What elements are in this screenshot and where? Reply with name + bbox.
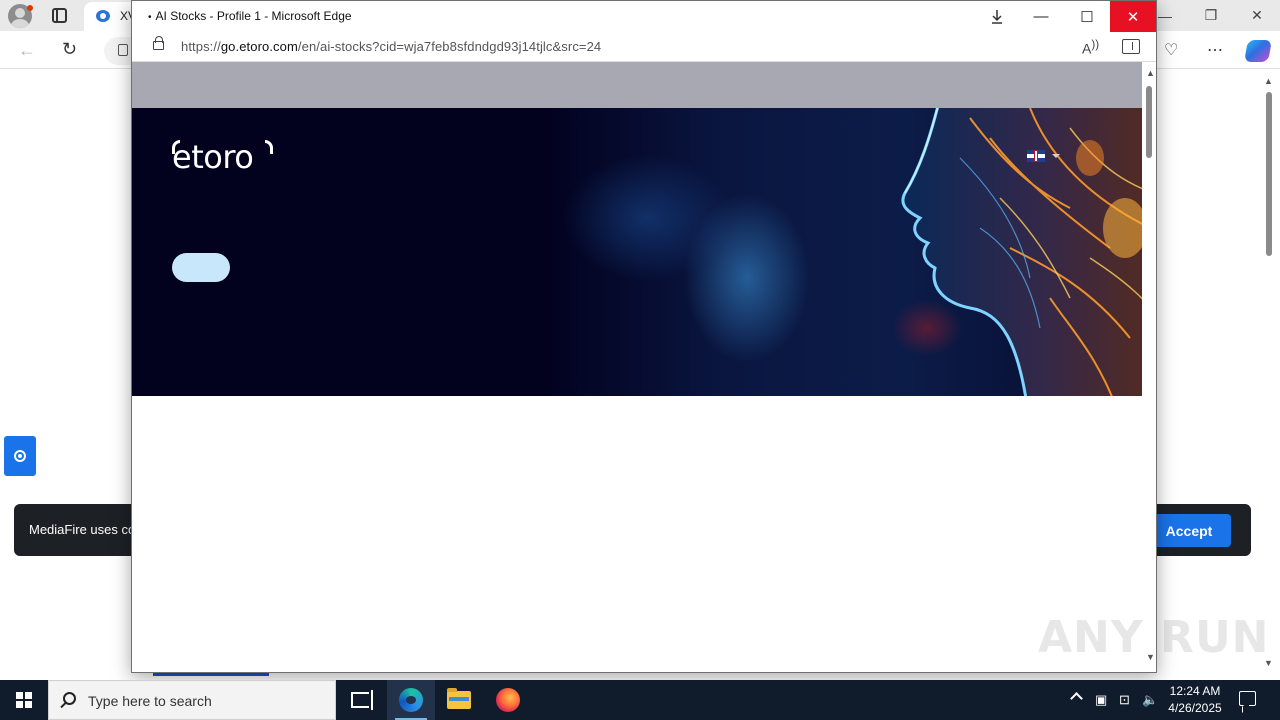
- etoro-page: etoro: [132, 62, 1142, 672]
- file-explorer-taskbar-button[interactable]: [435, 680, 483, 720]
- cookie-accept-button[interactable]: Accept: [1147, 514, 1231, 547]
- popup-address-bar[interactable]: https://go.etoro.com/en/ai-stocks?cid=wj…: [132, 32, 1156, 62]
- top-gray-band: [132, 62, 1142, 108]
- task-view-icon: [351, 690, 373, 710]
- popup-scroll-up-icon[interactable]: ▲: [1146, 68, 1155, 78]
- tray-chevron-up-icon[interactable]: [1070, 692, 1083, 705]
- anyrun-watermark: ANY RUN: [1038, 612, 1270, 663]
- network-icon[interactable]: ⊡: [1119, 692, 1130, 708]
- download-icon[interactable]: [987, 7, 1007, 27]
- popup-scrollbar[interactable]: ▲ ▼: [1142, 62, 1156, 672]
- browser-essentials-icon[interactable]: ♡: [1164, 40, 1178, 60]
- taskbar-clock[interactable]: 12:24 AM 4/26/2025: [1160, 683, 1230, 717]
- taskbar: Type here to search ▣ ⊡ 🔈 12:24 AM 4/26/…: [0, 680, 1280, 720]
- scrollbar-thumb[interactable]: [1266, 92, 1272, 256]
- clock-date: 4/26/2025: [1168, 701, 1222, 715]
- task-view-button[interactable]: [336, 680, 384, 720]
- firefox-taskbar-button[interactable]: [484, 680, 532, 720]
- start-button[interactable]: [0, 680, 48, 720]
- tab-favicon-icon: [96, 10, 110, 22]
- etoro-logo[interactable]: etoro: [172, 138, 254, 176]
- clock-time: 12:24 AM: [1169, 684, 1221, 698]
- edge-icon: [399, 688, 423, 712]
- lock-icon[interactable]: [153, 36, 164, 50]
- immersive-reader-icon[interactable]: [1122, 39, 1140, 54]
- popup-minimize-icon[interactable]: —: [1018, 1, 1064, 32]
- popup-window: AI Stocks - Profile 1 - Microsoft Edge —…: [131, 0, 1157, 673]
- firefox-icon: [496, 688, 520, 712]
- language-dropdown-caret-icon[interactable]: [1052, 154, 1060, 158]
- volume-icon[interactable]: 🔈: [1142, 692, 1158, 708]
- popup-scrollbar-thumb[interactable]: [1146, 86, 1152, 158]
- hero-cta-button[interactable]: [172, 253, 230, 282]
- popup-window-title: AI Stocks - Profile 1 - Microsoft Edge: [148, 9, 352, 23]
- cookie-banner-text: MediaFire uses co: [29, 522, 136, 537]
- edge-taskbar-button[interactable]: [387, 680, 435, 720]
- etoro-logo-horn-right: [265, 140, 273, 154]
- url-text[interactable]: https://go.etoro.com/en/ai-stocks?cid=wj…: [181, 39, 601, 54]
- lock-icon: [118, 44, 128, 56]
- background-scrollbar[interactable]: ▲ ▼: [1262, 72, 1276, 672]
- windows-logo-icon: [16, 692, 32, 708]
- scroll-up-icon[interactable]: ▲: [1264, 76, 1273, 86]
- taskbar-search-box[interactable]: Type here to search: [48, 680, 336, 720]
- back-arrow-icon[interactable]: ←: [18, 40, 36, 61]
- uk-flag-icon[interactable]: [1027, 150, 1045, 162]
- device-icon[interactable]: ▣: [1095, 692, 1107, 708]
- popup-maximize-icon[interactable]: ☐: [1064, 1, 1110, 32]
- bg-restore-icon[interactable]: ❐: [1188, 0, 1234, 31]
- bg-close-icon[interactable]: ✕: [1234, 0, 1280, 31]
- read-aloud-icon[interactable]: A)): [1082, 38, 1099, 57]
- search-icon: [63, 692, 76, 705]
- target-icon: [14, 450, 26, 462]
- tab-actions-icon[interactable]: [52, 8, 67, 23]
- popup-close-icon[interactable]: ✕: [1110, 1, 1156, 32]
- read-aloud-glyph: A: [1082, 40, 1092, 57]
- url-path: /en/ai-stocks?cid=wja7feb8sfdndgd93j14tj…: [297, 39, 602, 54]
- notification-dot-icon: [27, 5, 33, 11]
- file-explorer-icon: [447, 688, 471, 709]
- notification-center-icon[interactable]: [1239, 691, 1256, 706]
- url-prefix: https://: [181, 39, 221, 54]
- refresh-icon[interactable]: ↻: [62, 39, 77, 60]
- search-placeholder: Type here to search: [88, 693, 212, 709]
- hero-banner: etoro: [132, 108, 1142, 396]
- popup-titlebar: AI Stocks - Profile 1 - Microsoft Edge —…: [132, 1, 1156, 32]
- more-options-icon[interactable]: ⋯: [1207, 40, 1223, 60]
- ai-face-illustration: [901, 108, 1142, 396]
- accessibility-button[interactable]: [4, 436, 36, 476]
- url-domain: go.etoro.com: [220, 39, 298, 54]
